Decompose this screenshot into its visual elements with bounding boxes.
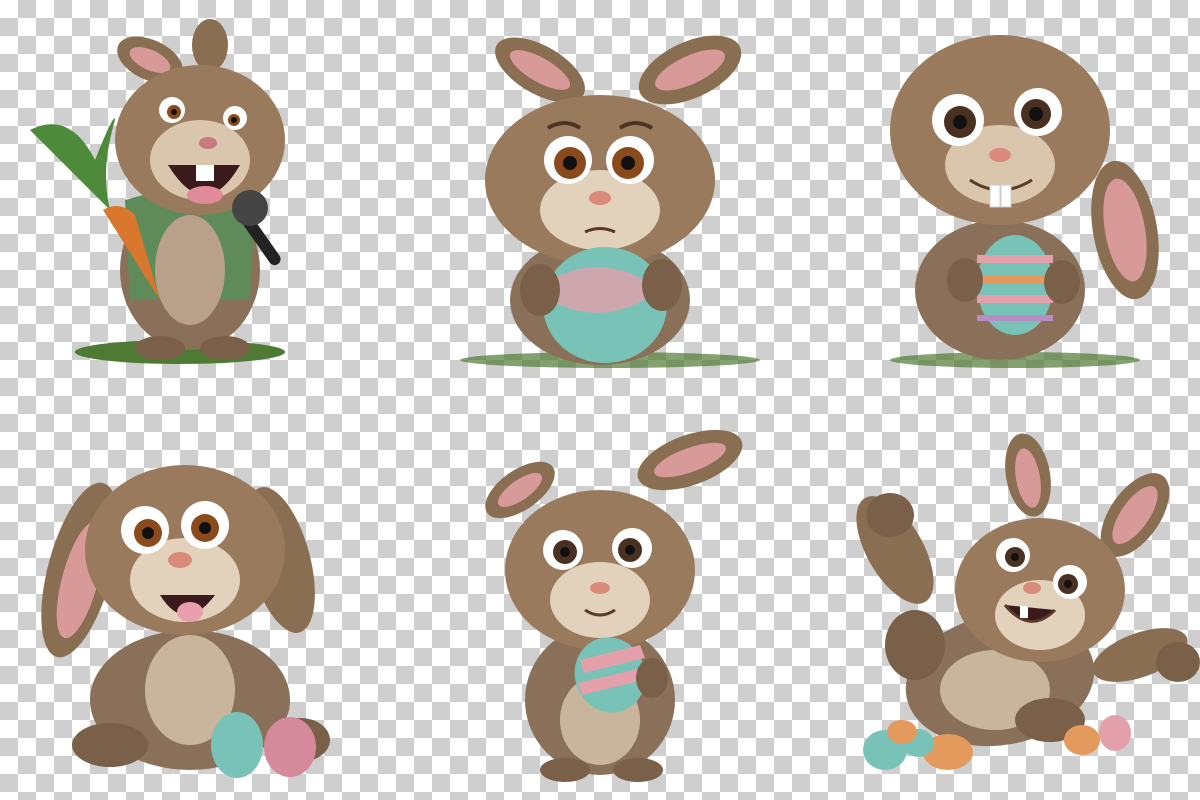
pink-egg xyxy=(264,717,316,777)
bunny-striped-egg xyxy=(800,0,1200,400)
tongue xyxy=(187,186,223,204)
left-waving-paw xyxy=(866,493,914,537)
bunny-striped-egg-illustration xyxy=(890,35,1159,368)
transparent-canvas xyxy=(0,0,1200,800)
left-foot xyxy=(135,336,185,360)
nose xyxy=(589,191,611,205)
bunny-waving-illustration xyxy=(856,433,1200,770)
bunny-lop-eared-illustration xyxy=(41,465,330,778)
bunny-small-egg-illustration xyxy=(485,429,743,782)
bunny-lop-eared xyxy=(0,400,400,800)
right-foot xyxy=(200,336,250,360)
left-foot xyxy=(540,758,590,782)
muzzle xyxy=(550,562,650,638)
carrot-leaves xyxy=(30,118,115,210)
right-paw xyxy=(1044,260,1080,304)
left-foot xyxy=(885,610,945,680)
bunny-singer xyxy=(0,0,400,400)
small-orange-egg xyxy=(887,720,917,744)
microphone-head xyxy=(232,190,268,226)
right-paw xyxy=(642,259,682,311)
mint-egg xyxy=(211,712,263,778)
belly xyxy=(155,215,225,325)
bunny-singer-illustration xyxy=(30,19,285,364)
right-waving-paw xyxy=(1156,642,1200,682)
nose xyxy=(168,552,192,568)
bunny-worried-egg xyxy=(400,0,800,400)
nose xyxy=(590,582,610,594)
left-foot xyxy=(72,723,148,767)
bunny-small-egg xyxy=(400,400,800,800)
teeth xyxy=(196,165,214,181)
muzzle xyxy=(540,170,660,250)
right-tooth xyxy=(1000,184,1012,208)
right-paw xyxy=(636,658,668,698)
left-paw xyxy=(520,264,560,316)
nose xyxy=(1023,582,1041,594)
nose xyxy=(989,148,1011,162)
left-paw xyxy=(947,258,983,302)
right-foot xyxy=(613,758,663,782)
right-pink-egg xyxy=(1099,715,1131,751)
bunny-worried-egg-illustration xyxy=(460,35,760,368)
teeth xyxy=(1020,606,1028,618)
nose xyxy=(199,137,217,149)
right-orange-egg xyxy=(1064,725,1100,755)
tongue xyxy=(177,602,203,622)
bunny-waving xyxy=(800,400,1200,800)
left-tooth xyxy=(989,184,1001,208)
right-ear xyxy=(192,19,228,71)
